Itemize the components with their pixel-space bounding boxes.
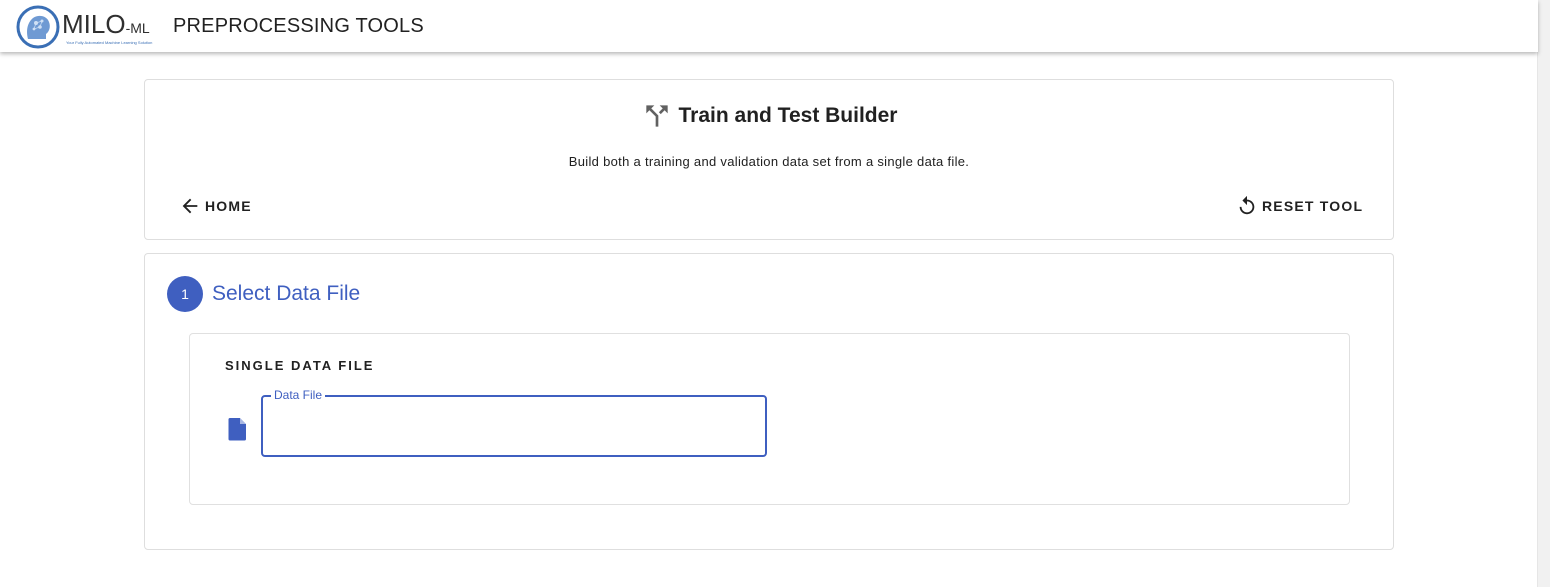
step-header[interactable]: 1 Select Data File bbox=[167, 276, 360, 312]
page-scrollbar[interactable] bbox=[1537, 0, 1550, 587]
home-button[interactable]: HOME bbox=[179, 195, 252, 217]
page-subtitle: Build both a training and validation dat… bbox=[568, 154, 970, 169]
home-button-label: HOME bbox=[205, 198, 252, 214]
reset-icon bbox=[1239, 195, 1255, 215]
data-file-input[interactable]: Data File bbox=[261, 388, 767, 457]
call-split-icon bbox=[645, 105, 668, 127]
arrow-left-icon bbox=[182, 198, 198, 214]
header-title-row: Train and Test Builder bbox=[145, 100, 1393, 132]
logo-tagline: Your Fully Automated Machine Learning So… bbox=[66, 40, 153, 45]
tool-header-card: Train and Test Builder Build both a trai… bbox=[144, 79, 1394, 240]
logo-suffix: -ML bbox=[125, 20, 150, 36]
reset-tool-label: RESET TOOL bbox=[1262, 198, 1364, 214]
brain-logo-icon bbox=[16, 5, 60, 49]
logo-wordmark: MILO-ML bbox=[62, 9, 150, 40]
milo-logo[interactable]: MILO-ML Your Fully Automated Machine Lea… bbox=[16, 5, 162, 49]
panel-title: SINGLE DATA FILE bbox=[225, 358, 375, 373]
single-data-file-panel: SINGLE DATA FILE Data File bbox=[189, 333, 1350, 505]
logo-text: MILO bbox=[62, 9, 126, 39]
reset-tool-button[interactable]: RESET TOOL bbox=[1236, 195, 1363, 217]
data-file-label: Data File bbox=[271, 388, 326, 402]
app-bar: MILO-ML Your Fully Automated Machine Lea… bbox=[0, 0, 1538, 52]
file-icon bbox=[228, 418, 246, 441]
page-title: Train and Test Builder bbox=[678, 104, 898, 127]
step-number-badge: 1 bbox=[167, 276, 203, 312]
step-label: Select Data File bbox=[212, 282, 361, 305]
app-title: PREPROCESSING TOOLS bbox=[173, 15, 424, 37]
step-card: 1 Select Data File SINGLE DATA FILE Data… bbox=[144, 253, 1394, 550]
